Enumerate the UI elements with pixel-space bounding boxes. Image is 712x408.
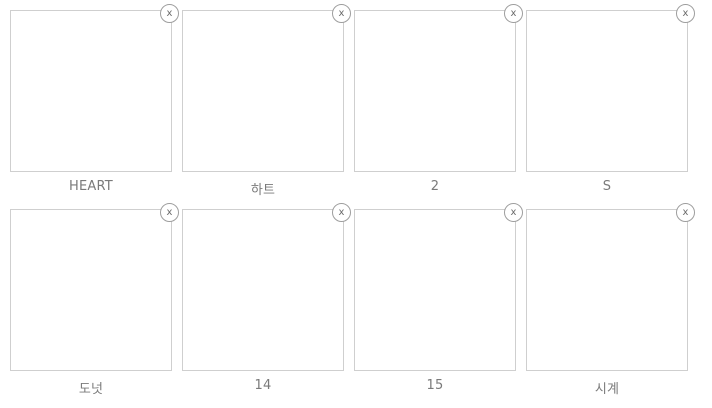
remove-button[interactable]: x xyxy=(160,203,179,222)
sticker-thumbnail[interactable] xyxy=(182,10,344,172)
sticker-thumbnail[interactable] xyxy=(10,10,172,172)
sticker-label: 14 xyxy=(254,378,272,393)
sticker-thumbnail[interactable] xyxy=(526,209,688,371)
sticker-thumbnail[interactable] xyxy=(526,10,688,172)
sticker-label: HEART xyxy=(69,179,113,194)
sticker-label: 15 xyxy=(426,378,444,393)
remove-button[interactable]: x xyxy=(332,4,351,23)
sticker-label: 도넛 xyxy=(78,382,104,397)
close-icon: x xyxy=(510,7,517,19)
close-icon: x xyxy=(682,7,689,19)
close-icon: x xyxy=(166,206,173,218)
sticker-thumbnail[interactable] xyxy=(354,209,516,371)
sticker-thumbnail[interactable] xyxy=(10,209,172,371)
close-icon: x xyxy=(338,206,345,218)
close-icon: x xyxy=(510,206,517,218)
close-icon: x xyxy=(338,7,345,19)
sticker-tile: x 하트 xyxy=(182,4,351,209)
sticker-label: 하트 xyxy=(250,183,276,198)
remove-button[interactable]: x xyxy=(504,4,523,23)
sticker-thumbnail[interactable] xyxy=(182,209,344,371)
sticker-tile: x 도넛 xyxy=(10,203,179,408)
remove-button[interactable]: x xyxy=(160,4,179,23)
sticker-label: 2 xyxy=(430,179,440,194)
remove-button[interactable]: x xyxy=(504,203,523,222)
sticker-grid: x HEART x 하트 x 2 x S x 도넛 x 14 x 15 x 시계 xyxy=(10,4,695,408)
remove-button[interactable]: x xyxy=(676,203,695,222)
close-icon: x xyxy=(166,7,173,19)
remove-button[interactable]: x xyxy=(676,4,695,23)
sticker-tile: x 14 xyxy=(182,203,351,408)
sticker-tile: x S xyxy=(526,4,695,209)
sticker-tile: x HEART xyxy=(10,4,179,209)
sticker-tile: x 2 xyxy=(354,4,523,209)
sticker-tile: x 시계 xyxy=(526,203,695,408)
sticker-label: S xyxy=(602,179,612,194)
remove-button[interactable]: x xyxy=(332,203,351,222)
sticker-label: 시계 xyxy=(594,382,620,397)
close-icon: x xyxy=(682,206,689,218)
sticker-thumbnail[interactable] xyxy=(354,10,516,172)
sticker-tile: x 15 xyxy=(354,203,523,408)
